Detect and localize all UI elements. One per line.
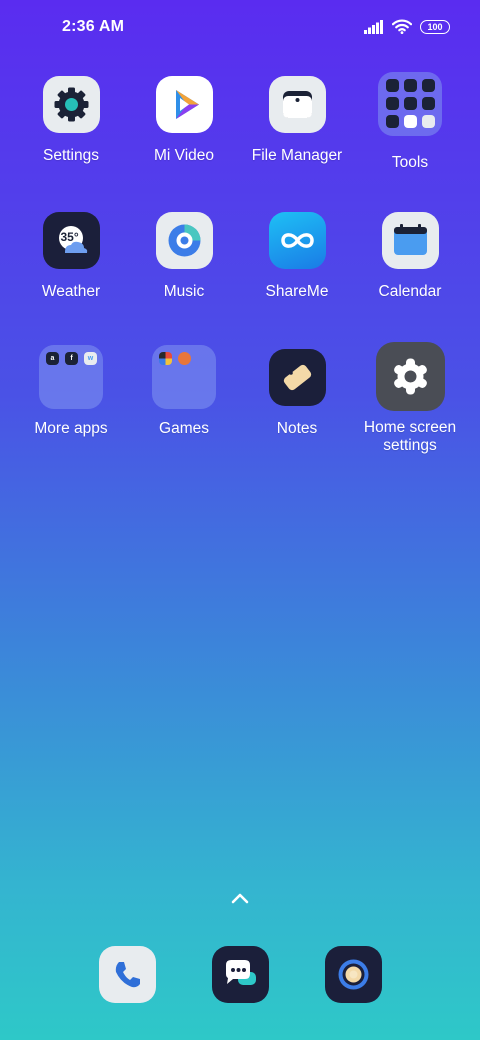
weather-temperature: 35°: [60, 230, 79, 244]
dock: [0, 946, 480, 1006]
chevron-up-icon[interactable]: [229, 890, 251, 906]
app-label: Weather: [41, 283, 101, 300]
app-file-manager[interactable]: File Manager: [240, 76, 354, 165]
app-label: Calendar: [378, 283, 442, 300]
app-games-folder[interactable]: Games: [127, 345, 241, 438]
app-label: Music: [163, 283, 205, 300]
status-time: 2:36 AM: [62, 18, 125, 35]
app-label: Tools: [391, 154, 429, 171]
message-icon[interactable]: [212, 946, 269, 1003]
status-icons: 100: [364, 19, 450, 34]
battery-icon: 100: [420, 19, 450, 34]
app-label: More apps: [34, 420, 108, 437]
app-home-screen-settings[interactable]: Home screen settings: [353, 342, 467, 455]
mini-app-icon: w: [84, 352, 97, 365]
mini-app-icon: [386, 97, 399, 110]
mini-app-icon: [404, 97, 417, 110]
signal-icon: [364, 19, 383, 34]
notes-icon: [268, 349, 326, 406]
mini-app-icon: [386, 79, 399, 92]
app-mi-video[interactable]: Mi Video: [127, 76, 241, 165]
mini-app-icon: [422, 97, 435, 110]
amazon-icon: a: [46, 352, 59, 365]
folder-games-icon: [152, 345, 216, 409]
camera-icon[interactable]: [325, 946, 382, 1003]
app-settings[interactable]: Settings: [14, 76, 128, 165]
mini-app-icon: [404, 79, 417, 92]
status-bar: 2:36 AM 100: [0, 0, 480, 56]
mini-app-icon: [386, 115, 399, 128]
app-notes[interactable]: Notes: [240, 349, 354, 438]
folder-more-apps-icon: a f w: [39, 345, 103, 409]
game-icon: [178, 352, 191, 365]
folder-icon: [268, 76, 326, 133]
app-label: ShareMe: [265, 283, 329, 300]
mini-app-icon: [422, 115, 435, 128]
app-label: Notes: [276, 420, 318, 437]
folder-tools-icon: [378, 72, 442, 136]
app-more-apps-folder[interactable]: a f w More apps: [14, 345, 128, 438]
game-icon: [159, 352, 172, 365]
infinity-icon: [268, 212, 326, 269]
gear-icon: [42, 76, 100, 133]
phone-icon[interactable]: [99, 946, 156, 1003]
calendar-icon: [381, 212, 439, 269]
app-tools-folder[interactable]: Tools: [353, 72, 467, 172]
app-shareme[interactable]: ShareMe: [240, 212, 354, 301]
app-calendar[interactable]: Calendar: [353, 212, 467, 301]
mini-app-icon: [422, 79, 435, 92]
app-label: Home screen settings: [363, 419, 457, 454]
play-icon: [155, 76, 213, 133]
facebook-icon: f: [65, 352, 78, 365]
app-music[interactable]: Music: [127, 212, 241, 301]
gear-icon: [375, 342, 445, 411]
app-label: Mi Video: [153, 147, 215, 164]
music-disc-icon: [155, 212, 213, 269]
app-label: Settings: [42, 147, 99, 164]
app-label: Games: [159, 420, 209, 437]
app-weather[interactable]: 35° Weather: [14, 212, 128, 301]
app-label: File Manager: [251, 147, 343, 164]
mini-app-icon: [404, 115, 417, 128]
wifi-icon: [392, 19, 412, 34]
weather-icon: 35°: [42, 212, 100, 269]
